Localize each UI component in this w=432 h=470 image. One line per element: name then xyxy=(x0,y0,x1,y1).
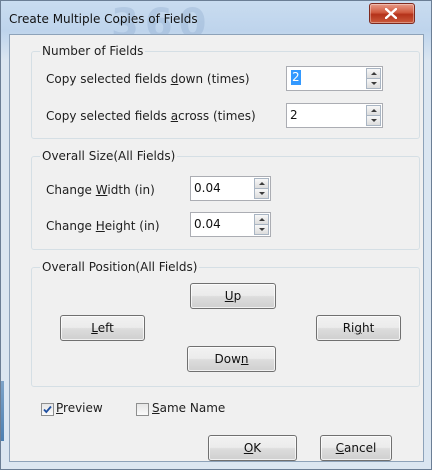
copy-down-decrement-button[interactable] xyxy=(366,78,381,89)
close-icon xyxy=(385,8,397,19)
copy-across-label: Copy selected fields across (times) xyxy=(46,109,256,123)
preview-label[interactable]: Preview xyxy=(56,401,103,415)
change-height-spinner xyxy=(190,212,271,237)
copy-down-spin-buttons xyxy=(366,68,381,89)
number-of-fields-legend: Number of Fields xyxy=(40,44,146,58)
copy-across-decrement-button[interactable] xyxy=(366,115,381,126)
change-width-label: Change Width (in) xyxy=(46,183,155,197)
change-height-input[interactable] xyxy=(194,215,254,232)
copy-across-spinner xyxy=(286,103,383,128)
checkmark-icon xyxy=(43,405,52,414)
change-height-label: Change Height (in) xyxy=(46,219,160,233)
title-bar[interactable]: 360 Create Multiple Copies of Fields xyxy=(1,1,431,47)
copy-down-input[interactable]: 2 xyxy=(291,70,301,85)
overall-size-group: Overall Size(All Fields) Change Width (i… xyxy=(31,149,420,250)
overall-size-legend: Overall Size(All Fields) xyxy=(40,149,178,163)
change-width-decrement-button[interactable] xyxy=(254,188,269,199)
dialog-client-area: Number of Fields Copy selected fields do… xyxy=(9,34,424,462)
window-edge-accent xyxy=(1,381,4,441)
close-button[interactable] xyxy=(369,3,415,24)
copy-across-input[interactable] xyxy=(290,106,350,123)
change-height-spin-buttons xyxy=(254,214,269,235)
move-down-button[interactable]: Down xyxy=(187,346,276,372)
copy-down-spinner: 2 xyxy=(286,66,383,91)
preview-checkbox[interactable] xyxy=(41,403,54,416)
overall-position-group: Overall Position(All Fields) Up Left Rig… xyxy=(31,260,420,387)
number-of-fields-group: Number of Fields Copy selected fields do… xyxy=(31,44,420,139)
move-up-button[interactable]: Up xyxy=(190,283,276,309)
move-right-button[interactable]: Right xyxy=(316,315,401,341)
overall-position-legend: Overall Position(All Fields) xyxy=(40,260,200,274)
change-width-input[interactable] xyxy=(194,179,254,196)
copy-across-spin-buttons xyxy=(366,105,381,126)
same-name-label[interactable]: Same Name xyxy=(152,401,225,415)
ok-button[interactable]: OK xyxy=(208,435,297,461)
cancel-button[interactable]: Cancel xyxy=(320,435,392,461)
move-left-button[interactable]: Left xyxy=(60,315,145,341)
dialog-title: Create Multiple Copies of Fields xyxy=(9,12,198,26)
change-width-spin-buttons xyxy=(254,178,269,199)
dialog-window: 360 Create Multiple Copies of Fields Num… xyxy=(0,0,432,470)
same-name-checkbox[interactable] xyxy=(136,403,149,416)
copy-down-label: Copy selected fields down (times) xyxy=(46,72,250,86)
change-height-decrement-button[interactable] xyxy=(254,224,269,235)
change-width-spinner xyxy=(190,176,271,201)
